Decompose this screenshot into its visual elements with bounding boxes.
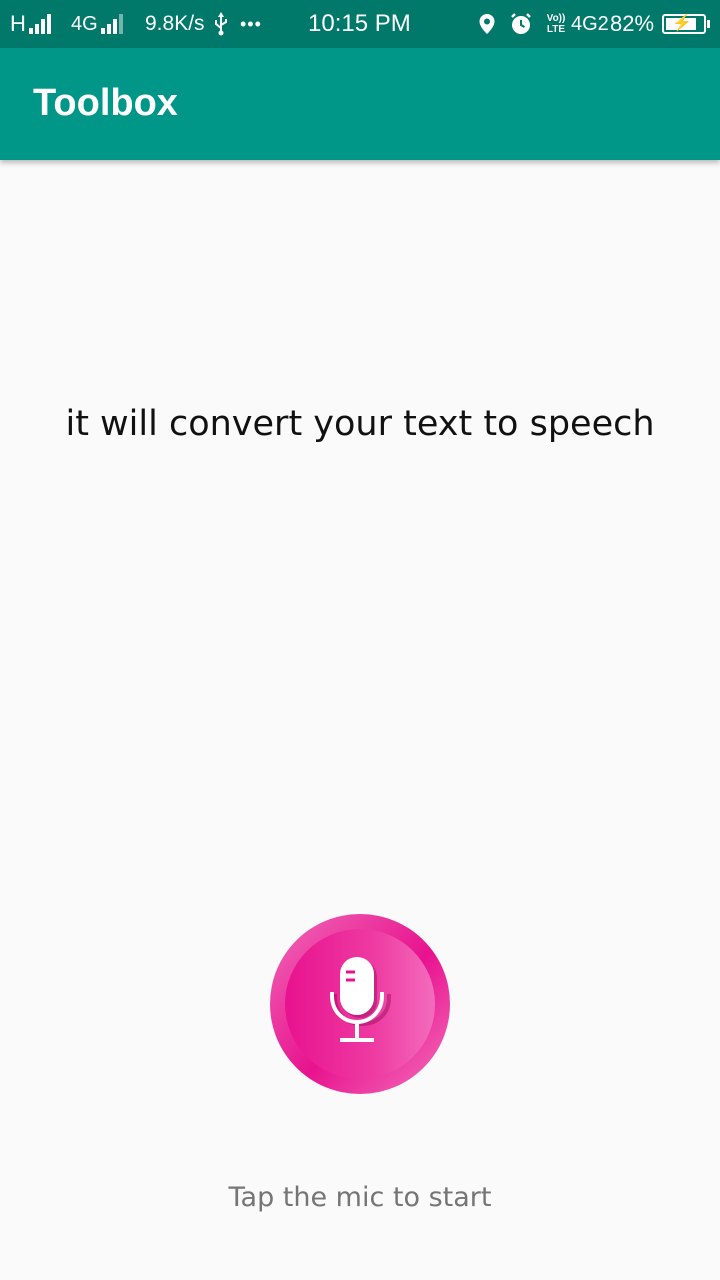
mic-button-inner — [285, 929, 435, 1079]
network-4g-label: 4G — [71, 12, 98, 35]
app-title: Toolbox — [33, 82, 178, 124]
more-dots: ••• — [240, 13, 262, 34]
network-4g2-indicator: 4G2 — [571, 0, 609, 48]
usb-icon-svg — [215, 12, 227, 36]
network-h-label: H — [10, 11, 26, 36]
main-content: it will convert your text to speech Tap … — [0, 160, 720, 1280]
battery-indicator: 82% ⚡ — [610, 0, 711, 48]
network-speed-label: 9.8K/s — [145, 12, 205, 35]
clock: 10:15 PM — [308, 0, 411, 48]
battery-icon: ⚡ — [662, 14, 711, 34]
alarm-icon-svg — [511, 13, 531, 34]
network-4g2-label: 4G2 — [571, 12, 609, 35]
app-bar: Toolbox — [0, 48, 720, 160]
network-speed: 9.8K/s — [145, 0, 205, 48]
hint-text: Tap the mic to start — [228, 1182, 492, 1213]
volte-label: Vo)) LTE — [546, 13, 566, 35]
signal-strength-icon-2 — [100, 14, 123, 34]
alarm-icon — [509, 0, 533, 48]
signal-strength-icon — [28, 14, 51, 34]
status-bar: H 4G 9.8K/s ••• 10:15 PM Vo)) LTE 4G2 82… — [0, 0, 720, 48]
location-icon-svg — [479, 14, 495, 34]
battery-percent: 82% — [610, 11, 655, 36]
network-4g-indicator: 4G — [71, 0, 123, 48]
description-text: it will convert your text to speech — [65, 404, 655, 444]
network-h-indicator: H — [10, 0, 51, 48]
location-icon — [478, 0, 496, 48]
mic-button[interactable] — [270, 914, 450, 1094]
usb-icon — [213, 0, 229, 48]
microphone-icon — [330, 957, 391, 1042]
clock-time: 10:15 PM — [308, 10, 411, 37]
more-notifications-icon: ••• — [240, 0, 262, 48]
volte-indicator: Vo)) LTE — [543, 0, 569, 48]
